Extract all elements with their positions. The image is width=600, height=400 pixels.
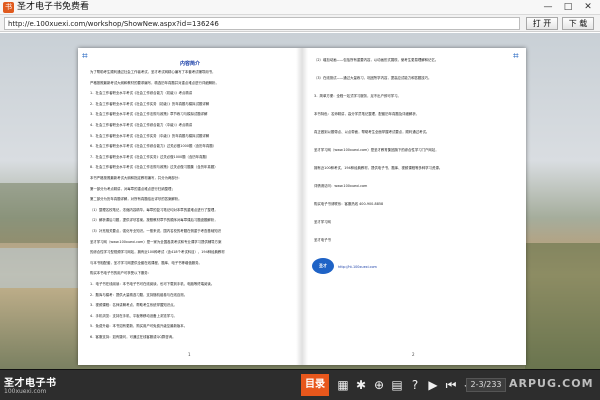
page-title: 内容简介 xyxy=(179,61,200,67)
url-input[interactable] xyxy=(4,17,520,30)
page-text-line: 严格按照最新考试大纲和教材的要求编写，精选历年真题并对重点难点进行详细解析。 xyxy=(90,80,219,85)
page-text-line: 购买电子书请联系：客服热线 400-900-8858 xyxy=(314,202,384,206)
zoom-icon[interactable]: ⊕ xyxy=(372,376,386,394)
page-text-line: 6．客服支持：如有疑问，可通过在线客服或QQ群咨询。 xyxy=(90,335,176,339)
page-text-line: （3）在线测试——通过大量练习，巩固所学内容，提高应试能力和答题技巧。 xyxy=(314,76,432,80)
page-text-line: 3．社会工作者职业水平考试《社会工作法规与政策》章节练习与模拟试题详解 xyxy=(90,112,208,117)
maximize-button[interactable]: □ xyxy=(560,1,576,14)
download-button[interactable]: 下 载 xyxy=(562,17,594,30)
page-text-line: 圣才学习网 xyxy=(314,220,331,224)
page-text-line: 3．简单方便：全程一站式学习服务，足不出户即可学习。 xyxy=(314,94,401,98)
watermark: ARPUG.COM xyxy=(509,377,594,390)
book-viewer: ⌗ 内容简介 为了帮助考生顺利通过社会工作者考试，圣才考试网精心编写了本套考试辅… xyxy=(0,33,600,369)
page-text-line: 拥有近100种考试、194种经典教材，提供电子书、题库、视频课程等多种学习资源。 xyxy=(314,166,443,170)
page-text-line: （2）增加动画——包括所有重要内容，以动画形式展现，使考生更易理解和记忆。 xyxy=(314,58,439,62)
page-indicator[interactable]: 2-3/233 xyxy=(466,378,506,392)
page-text-line: 4．手机浏览：支持在手机、平板等移动设备上浏览学习。 xyxy=(90,313,177,318)
page-text-line: （2）解析课后习题，提供详尽答案。按照教材章节的顺序对每章课后习题逐题解析， xyxy=(90,218,218,223)
app-icon: 书 xyxy=(3,2,14,13)
brand-url: 100xuexi.com xyxy=(4,388,47,395)
page-text-line: 6．社会工作者职业水平考试《社会工作综合能力》过关必做1000题（含历年真题） xyxy=(90,144,217,149)
brand-name: 圣才电子书 xyxy=(4,378,57,389)
page-text-line: 圣才电子书 xyxy=(314,238,331,242)
page-text-line: 详情请访问：www.100xuexi.com xyxy=(314,184,368,188)
page-text-line: 第一部分为考点精讲，对每章的重点难点进行归纳整理； xyxy=(90,186,175,191)
minimize-button[interactable]: — xyxy=(540,1,556,14)
page-text-line: （3）补充相关要点，强化专业知识。一般来说，国内名校的考题在侧重于考查基础知识 xyxy=(90,229,221,233)
page-text-line: 2．题库与模考：提供大量精选习题，支持随机组卷与在线自测。 xyxy=(90,292,188,297)
window-title: 圣才电子书免费看 xyxy=(17,2,90,12)
page-text-line: 5．社会工作者职业水平考试《社会工作实务（中级）》历年真题与模拟试题详解 xyxy=(90,133,210,138)
page-text-line: 与本书相配套，圣才学习网提供全套在线课程、题库、电子书等增值服务。 xyxy=(90,260,202,265)
page-text-line: 真正做到以题带点、以点带面，帮助考生全面掌握考试要点，顺利通过考试。 xyxy=(314,130,430,134)
page-text-line: 1．社会工作者职业水平考试《社会工作综合能力（初级）》考点精讲 xyxy=(90,91,193,96)
page-text-line: 8．社会工作者职业水平考试《社会工作法规与政策》过关必做习题集（含历年真题） xyxy=(90,165,218,170)
page-text-line: 3．视频课程：名师讲解考点，帮助考生系统掌握知识点。 xyxy=(90,303,177,308)
page-text-line: （1）整理名校笔记，浓缩内容精华。每章的复习笔记均对本章的重难点进行了整理， xyxy=(90,207,218,212)
page-text-line: 圣才学习网（www.100xuexi.com）是一家为全国各类考试和专业课学习提… xyxy=(90,239,222,244)
close-button[interactable]: ✕ xyxy=(580,1,596,14)
right-page[interactable]: ⌗ （2）增加动画——包括所有重要内容，以动画形式展现，使考生更易理解和记忆。 （… xyxy=(302,48,526,365)
title-bar: 书 圣才电子书免费看 — □ ✕ xyxy=(0,0,600,15)
page-text-line: 为了帮助考生顺利通过社会工作者考试，圣才考试网精心编写了本套考试辅导用书， xyxy=(90,70,216,74)
page-corner-icon[interactable]: ⌗ xyxy=(513,52,523,62)
bottom-toolbar: 圣才电子书 100xuexi.com 目录 ▦✱⊕▤?▶⏮◀ 2-3/233 A… xyxy=(0,369,600,400)
table-of-contents-button[interactable]: 目录 xyxy=(301,374,329,396)
page-text-line: 2．社会工作者职业水平考试《社会工作实务（初级）》历年真题与模拟试题详解 xyxy=(90,101,210,106)
page-text-line: 购买本书电子书的用户可享受以下服务： xyxy=(90,271,152,276)
site-link[interactable]: http://ht.100xuexi.com xyxy=(338,265,377,270)
first-page-icon[interactable]: ⏮ xyxy=(444,376,458,394)
flipbook: ⌗ 内容简介 为了帮助考生顺利通过社会工作者考试，圣才考试网精心编写了本套考试辅… xyxy=(78,48,526,365)
page-text-line: 圣才学习网（www.100xuexi.com）是圣才教育集团旗下的综合性学习门户… xyxy=(314,148,439,152)
background-scenery xyxy=(0,248,80,288)
page-text-line: 7．社会工作者职业水平考试《社会工作实务》过关必做1000题（含历年真题） xyxy=(90,154,210,159)
open-button[interactable]: 打 开 xyxy=(526,17,558,30)
publisher-logo: 圣才 xyxy=(312,258,334,274)
address-bar: 打 开 下 载 xyxy=(0,15,600,32)
background-scenery xyxy=(0,183,80,243)
background-scenery xyxy=(525,243,600,369)
thumbnails-icon[interactable]: ▦ xyxy=(336,376,350,394)
play-icon[interactable]: ▶ xyxy=(426,376,440,394)
help-icon[interactable]: ? xyxy=(408,376,422,394)
page-text-line: 4．社会工作者职业水平考试《社会工作综合能力（中级）》考点精讲 xyxy=(90,123,193,127)
page-text-line: 本书特色：名师精讲，高分学员笔记整理，配套历年真题及详细解析， xyxy=(314,112,420,116)
page-text-line: 本书严格按照最新考试大纲和指定教材编写，共分为两部分： xyxy=(90,176,182,180)
left-page[interactable]: ⌗ 内容简介 为了帮助考生顺利通过社会工作者考试，圣才考试网精心编写了本套考试辅… xyxy=(78,48,302,365)
layout-icon[interactable]: ▤ xyxy=(390,376,404,394)
settings-icon[interactable]: ✱ xyxy=(354,376,368,394)
page-number: 2 xyxy=(412,352,415,357)
page-number: 1 xyxy=(188,352,191,357)
page-text-line: 1．电子书在线阅读：本书电子书可在线阅读，也可下载到手机、电脑等终端阅读。 xyxy=(90,282,215,286)
page-text-line: 的综合性学习型视频学习网站，拥有近100种考试（含418个考试科目）、194种经… xyxy=(90,250,225,255)
page-text-line: 第二部分为历年真题详解，对所有真题给出详尽的答案解析。 xyxy=(90,197,182,202)
page-text-line: 5．免费升级：本书如有更新，购买用户可免费升级至最新版本。 xyxy=(90,324,188,329)
